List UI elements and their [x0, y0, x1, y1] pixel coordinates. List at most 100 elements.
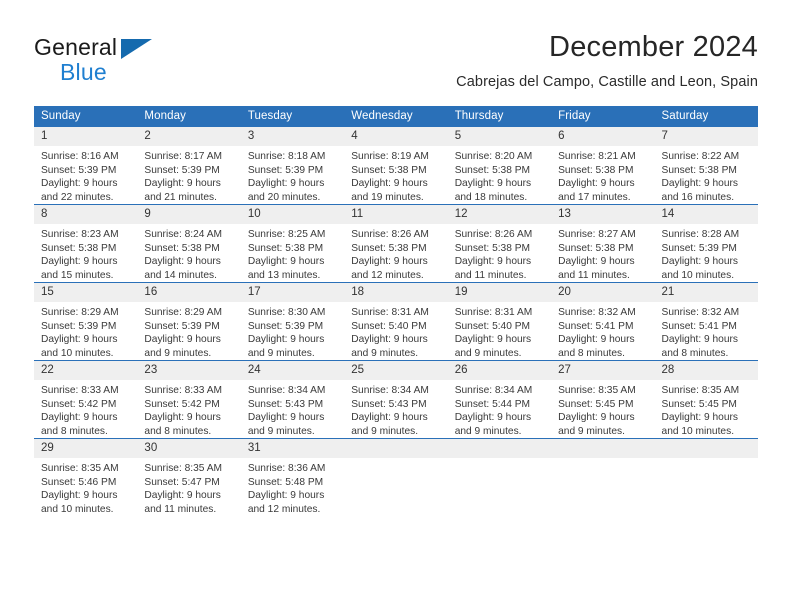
- calendar-day-cell[interactable]: 1 Sunrise: 8:16 AM Sunset: 5:39 PM Daylight…: [34, 127, 138, 205]
- day-number: 18: [344, 283, 448, 302]
- sunset-text: Sunset: 5:38 PM: [454, 242, 531, 254]
- daylight-text-line1: Daylight: 9 hours: [144, 334, 221, 346]
- sunrise-text: Sunrise: 8:33 AM: [144, 385, 223, 396]
- sunset-text: Sunset: 5:43 PM: [351, 398, 427, 410]
- calendar-day-cell[interactable]: 29 Sunrise: 8:35 AM Sunset: 5:46 PM Dayligh…: [34, 438, 138, 516]
- calendar-day-cell[interactable]: 16 Sunrise: 8:29 AM Sunset: 5:39 PM Dayligh…: [137, 282, 241, 361]
- sunrise-text: Sunrise: 8:32 AM: [661, 307, 740, 318]
- calendar-day-cell[interactable]: 30 Sunrise: 8:35 AM Sunset: 5:47 PM Dayligh…: [137, 438, 241, 516]
- daylight-text-line1: Daylight: 9 hours: [661, 256, 738, 268]
- calendar-day-cell[interactable]: 19 Sunrise: 8:31 AM Sunset: 5:40 PM Dayligh…: [447, 282, 552, 361]
- sunrise-text: Sunrise: 8:29 AM: [144, 307, 223, 318]
- calendar-day-cell[interactable]: 14 Sunrise: 8:28 AM Sunset: 5:39 PM Dayligh…: [654, 204, 758, 283]
- sunrise-text: Sunrise: 8:31 AM: [351, 307, 429, 318]
- calendar-day-cell[interactable]: 4 Sunrise: 8:19 AM Sunset: 5:38 PM Daylight…: [344, 127, 448, 205]
- calendar-day-cell[interactable]: 3 Sunrise: 8:18 AM Sunset: 5:39 PM Daylight…: [240, 127, 345, 205]
- daylight-text-line1: Daylight: 9 hours: [351, 334, 428, 346]
- calendar-day-cell[interactable]: 20 Sunrise: 8:32 AM Sunset: 5:41 PM Dayligh…: [551, 282, 655, 361]
- daylight-text-line1: Daylight: 9 hours: [351, 412, 428, 424]
- calendar-day-cell[interactable]: 25 Sunrise: 8:34 AM Sunset: 5:43 PM Dayligh…: [344, 360, 448, 439]
- calendar-day-cell[interactable]: 10 Sunrise: 8:25 AM Sunset: 5:38 PM Dayligh…: [240, 204, 345, 283]
- daylight-text-line1: Daylight: 9 hours: [144, 256, 221, 268]
- daylight-text-line1: Daylight: 9 hours: [144, 178, 221, 190]
- title-block: December 2024 Cabrejas del Campo, Castil…: [456, 30, 758, 92]
- day-number: 21: [654, 283, 758, 302]
- day-details: Sunrise: 8:30 AM Sunset: 5:39 PM Daylight:…: [241, 302, 344, 360]
- day-number: 29: [34, 439, 138, 458]
- calendar-day-cell[interactable]: [344, 438, 448, 516]
- sunset-text: Sunset: 5:38 PM: [558, 242, 634, 254]
- calendar-day-cell[interactable]: 15 Sunrise: 8:29 AM Sunset: 5:39 PM Dayligh…: [34, 282, 138, 361]
- daylight-text-line1: Daylight: 9 hours: [454, 334, 532, 346]
- day-details: Sunrise: 8:35 AM Sunset: 5:45 PM Daylight:…: [551, 380, 654, 438]
- day-details: Sunrise: 8:18 AM Sunset: 5:39 PM Daylight:…: [241, 146, 344, 204]
- daylight-text-line2: and 9 minutes.: [247, 347, 315, 359]
- sunrise-text: Sunrise: 8:22 AM: [661, 151, 740, 162]
- daylight-text-line1: Daylight: 9 hours: [247, 178, 325, 190]
- sunset-text: Sunset: 5:38 PM: [661, 164, 737, 176]
- daylight-text-line1: Daylight: 9 hours: [558, 334, 635, 346]
- calendar-day-cell[interactable]: 24 Sunrise: 8:34 AM Sunset: 5:43 PM Dayligh…: [240, 360, 345, 439]
- calendar-day-cell[interactable]: [447, 438, 552, 516]
- weekday-header-sunday: Sunday: [34, 106, 138, 127]
- sunrise-text: Sunrise: 8:19 AM: [351, 151, 429, 162]
- calendar-day-cell[interactable]: 13 Sunrise: 8:27 AM Sunset: 5:38 PM Dayligh…: [551, 204, 655, 283]
- day-number: [551, 439, 655, 458]
- sunset-text: Sunset: 5:38 PM: [144, 242, 220, 254]
- daylight-text-line1: Daylight: 9 hours: [144, 412, 221, 424]
- weekday-header-tuesday: Tuesday: [240, 106, 345, 127]
- sunset-text: Sunset: 5:41 PM: [558, 320, 634, 332]
- day-details: Sunrise: 8:32 AM Sunset: 5:41 PM Daylight:…: [551, 302, 654, 360]
- daylight-text-line1: Daylight: 9 hours: [247, 334, 325, 346]
- daylight-text-line2: and 10 minutes.: [41, 503, 114, 515]
- calendar-day-cell[interactable]: 21 Sunrise: 8:32 AM Sunset: 5:41 PM Dayligh…: [654, 282, 758, 361]
- calendar-day-cell[interactable]: 8 Sunrise: 8:23 AM Sunset: 5:38 PM Daylight…: [34, 204, 138, 283]
- calendar-day-cell[interactable]: 31 Sunrise: 8:36 AM Sunset: 5:48 PM Dayligh…: [240, 438, 345, 516]
- daylight-text-line1: Daylight: 9 hours: [41, 256, 118, 268]
- calendar-day-cell[interactable]: 7 Sunrise: 8:22 AM Sunset: 5:38 PM Daylight…: [654, 127, 758, 205]
- day-details: Sunrise: 8:28 AM Sunset: 5:39 PM Daylight:…: [655, 224, 758, 282]
- calendar-day-cell[interactable]: 6 Sunrise: 8:21 AM Sunset: 5:38 PM Daylight…: [551, 127, 655, 205]
- day-number: 31: [240, 439, 345, 458]
- calendar-day-cell[interactable]: 12 Sunrise: 8:26 AM Sunset: 5:38 PM Dayligh…: [447, 204, 552, 283]
- calendar-day-cell[interactable]: 23 Sunrise: 8:33 AM Sunset: 5:42 PM Dayligh…: [137, 360, 241, 439]
- calendar-day-cell[interactable]: 27 Sunrise: 8:35 AM Sunset: 5:45 PM Dayligh…: [551, 360, 655, 439]
- calendar-day-cell[interactable]: 9 Sunrise: 8:24 AM Sunset: 5:38 PM Daylight…: [137, 204, 241, 283]
- calendar-day-cell[interactable]: 5 Sunrise: 8:20 AM Sunset: 5:38 PM Daylight…: [447, 127, 552, 205]
- day-details: [551, 458, 654, 516]
- brand-logo[interactable]: General Blue: [34, 34, 234, 92]
- daylight-text-line1: Daylight: 9 hours: [41, 334, 118, 346]
- sunrise-text: Sunrise: 8:34 AM: [247, 385, 326, 396]
- daylight-text-line2: and 16 minutes.: [661, 191, 735, 203]
- daylight-text-line1: Daylight: 9 hours: [247, 412, 325, 424]
- sunrise-text: Sunrise: 8:18 AM: [247, 151, 326, 162]
- day-number: 10: [240, 205, 345, 224]
- sunset-text: Sunset: 5:38 PM: [41, 242, 117, 254]
- weekday-header-row: Sunday Monday Tuesday Wednesday Thursday…: [34, 106, 758, 127]
- sunrise-text: Sunrise: 8:29 AM: [41, 307, 119, 318]
- day-details: Sunrise: 8:32 AM Sunset: 5:41 PM Daylight:…: [655, 302, 758, 360]
- daylight-text-line2: and 13 minutes.: [247, 269, 321, 281]
- daylight-text-line2: and 9 minutes.: [454, 425, 522, 437]
- calendar-day-cell[interactable]: 22 Sunrise: 8:33 AM Sunset: 5:42 PM Dayligh…: [34, 360, 138, 439]
- calendar-day-cell[interactable]: 11 Sunrise: 8:26 AM Sunset: 5:38 PM Dayligh…: [344, 204, 448, 283]
- calendar-day-cell[interactable]: 26 Sunrise: 8:34 AM Sunset: 5:44 PM Dayligh…: [447, 360, 552, 439]
- sunset-text: Sunset: 5:47 PM: [144, 476, 220, 488]
- day-details: Sunrise: 8:34 AM Sunset: 5:44 PM Daylight:…: [448, 380, 551, 438]
- day-details: Sunrise: 8:26 AM Sunset: 5:38 PM Daylight:…: [448, 224, 551, 282]
- calendar-day-cell[interactable]: 28 Sunrise: 8:35 AM Sunset: 5:45 PM Dayligh…: [654, 360, 758, 439]
- calendar-day-cell[interactable]: 18 Sunrise: 8:31 AM Sunset: 5:40 PM Dayligh…: [344, 282, 448, 361]
- daylight-text-line1: Daylight: 9 hours: [247, 490, 325, 502]
- sunrise-text: Sunrise: 8:35 AM: [41, 463, 119, 474]
- sunrise-text: Sunrise: 8:27 AM: [558, 229, 636, 240]
- daylight-text-line1: Daylight: 9 hours: [454, 178, 532, 190]
- day-number: 4: [344, 127, 448, 146]
- calendar-day-cell[interactable]: [551, 438, 655, 516]
- calendar-day-cell[interactable]: 2 Sunrise: 8:17 AM Sunset: 5:39 PM Daylight…: [137, 127, 241, 205]
- day-details: [655, 458, 758, 516]
- calendar-day-cell[interactable]: 17 Sunrise: 8:30 AM Sunset: 5:39 PM Dayligh…: [240, 282, 345, 361]
- daylight-text-line2: and 20 minutes.: [247, 191, 321, 203]
- daylight-text-line1: Daylight: 9 hours: [247, 256, 325, 268]
- calendar-day-cell[interactable]: [654, 438, 758, 516]
- day-details: [344, 458, 447, 516]
